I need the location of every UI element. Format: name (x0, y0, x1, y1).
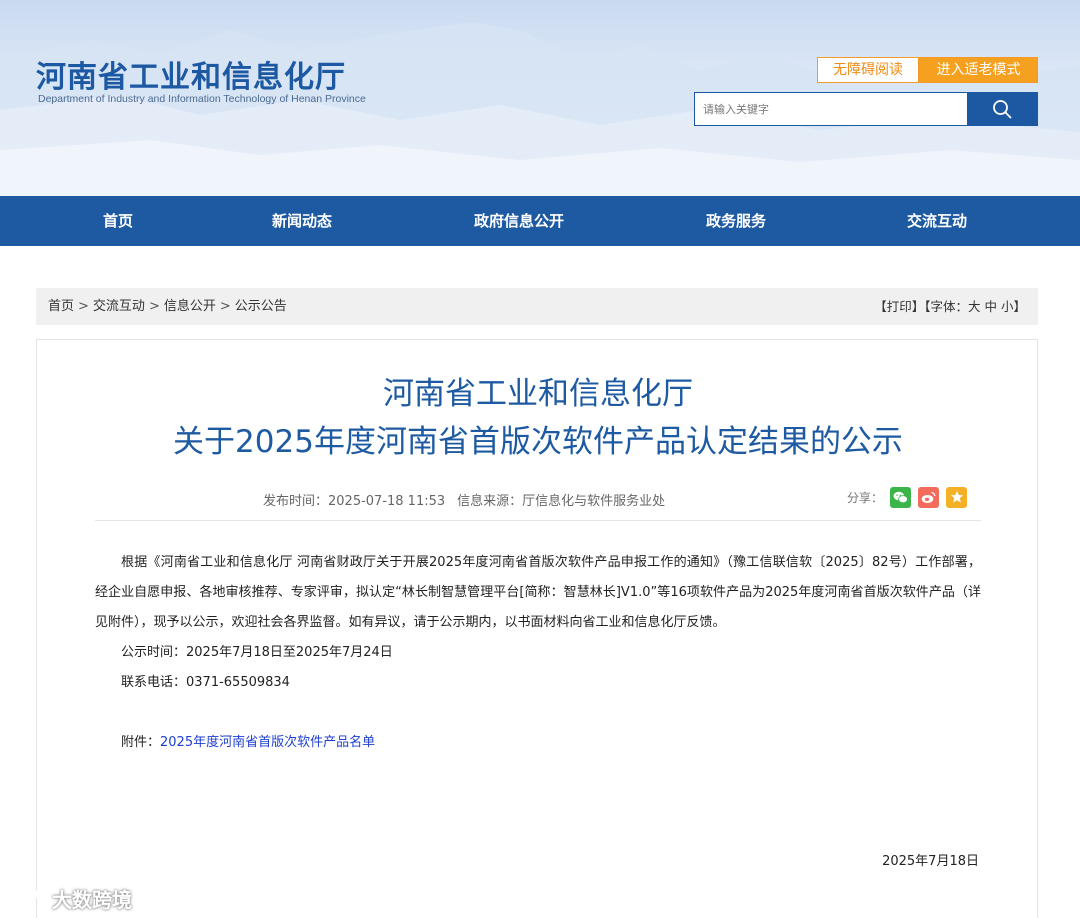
breadcrumb-home[interactable]: 首页 (48, 299, 74, 314)
article-paragraph: 根据《河南省工业和信息化厅 河南省财政厅关于开展2025年度河南省首版次软件产品… (95, 555, 981, 630)
breadcrumb-separator: > (78, 299, 89, 314)
attachment-link[interactable]: 2025年度河南省首版次软件产品名单 (160, 735, 375, 750)
notice-period: 公示时间：2025年7月18日至2025年7月24日 (121, 645, 393, 660)
nav-item-services[interactable]: 政务服务 (676, 196, 796, 246)
title-divider (95, 520, 981, 521)
breadcrumb-separator: > (148, 299, 160, 314)
share-label: 分享： (847, 490, 884, 505)
watermark-text: 大数跨境 (52, 887, 132, 912)
accessible-reading-button[interactable]: 无障碍阅读 (817, 57, 919, 83)
main-nav: 首页 新闻动态 政府信息公开 政务服务 交流互动 (0, 196, 1080, 246)
favorite-icon[interactable] (946, 486, 968, 508)
attachment-label: 附件： (121, 735, 161, 750)
print-button[interactable]: 【打印】 (874, 299, 924, 314)
search-button[interactable] (967, 93, 1037, 125)
share-bar: 分享： (847, 486, 968, 508)
watermark-logo-icon (8, 888, 47, 908)
article-container: 河南省工业和信息化厅 关于2025年度河南省首版次软件产品认定结果的公示 发布时… (36, 339, 1038, 918)
search-icon (993, 100, 1012, 119)
breadcrumb-bar: 首页 > 交流互动 > 信息公开 > 公示公告 【打印】【字体：大 中 小】 (36, 288, 1038, 325)
article-title-line1: 河南省工业和信息化厅 (383, 376, 693, 412)
font-size-label: 【字体： (924, 299, 968, 314)
nav-item-gov-info[interactable]: 政府信息公开 (449, 196, 589, 246)
breadcrumb-announcements[interactable]: 公示公告 (235, 299, 287, 314)
page-tools: 【打印】【字体：大 中 小】 (874, 288, 1026, 325)
search-box (694, 92, 1038, 126)
contact-phone: 联系电话：0371-65509834 (121, 675, 290, 690)
nav-item-news[interactable]: 新闻动态 (242, 196, 362, 246)
article-meta: 发布时间：2025-07-18 11:53 信息来源：厅信息化与软件服务业处 (263, 490, 665, 509)
font-size-close: 】 (1013, 299, 1026, 314)
elder-mode-button[interactable]: 进入适老模式 (919, 57, 1038, 83)
nav-item-home[interactable]: 首页 (68, 196, 168, 246)
breadcrumb-interaction[interactable]: 交流互动 (93, 299, 145, 314)
search-input[interactable] (695, 93, 967, 125)
breadcrumb: 首页 > 交流互动 > 信息公开 > 公示公告 (48, 288, 287, 325)
site-title[interactable]: 河南省工业和信息化厅 (36, 52, 346, 96)
wechat-icon[interactable] (890, 486, 912, 508)
font-large-button[interactable]: 大 (968, 299, 981, 314)
sign-date: 2025年7月18日 (882, 854, 979, 869)
article-title-line2: 关于2025年度河南省首版次软件产品认定结果的公示 (173, 424, 903, 460)
font-small-button[interactable]: 小 (1001, 299, 1014, 314)
font-medium-button[interactable]: 中 (984, 299, 997, 314)
nav-item-interaction[interactable]: 交流互动 (877, 196, 997, 246)
watermark: 大数跨境 (8, 882, 132, 914)
breadcrumb-separator: > (219, 299, 231, 314)
info-source: 信息来源：厅信息化与软件服务业处 (457, 494, 666, 509)
breadcrumb-info-public[interactable]: 信息公开 (164, 299, 216, 314)
weibo-icon[interactable] (918, 486, 940, 508)
attachment-line: 附件：2025年度河南省首版次软件产品名单 (95, 728, 981, 758)
publish-time: 发布时间：2025-07-18 11:53 (263, 494, 446, 509)
header-banner: 河南省工业和信息化厅 Department of Industry and In… (0, 0, 1080, 196)
site-subtitle: Department of Industry and Information T… (38, 93, 366, 105)
